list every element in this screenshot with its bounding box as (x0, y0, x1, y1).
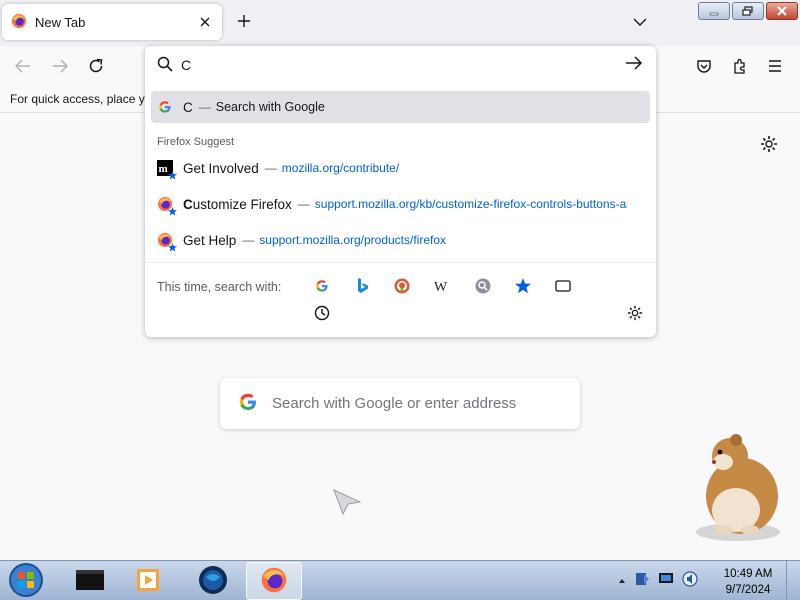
restore-button[interactable] (732, 2, 764, 20)
gear-icon (760, 135, 778, 156)
chevron-down-icon (633, 15, 647, 30)
firefox-bookmark-icon (157, 196, 177, 216)
search-placeholder: Search with Google or enter address (272, 395, 517, 412)
firefox-suggest-header: Firefox Suggest (157, 136, 235, 148)
svg-text:W: W (434, 280, 448, 293)
taskbar-media-player[interactable] (120, 562, 176, 600)
suggestion-get-help[interactable]: Get Help — support.mozilla.org/products/… (151, 224, 650, 256)
separator: — (297, 197, 310, 211)
taskbar-firefox[interactable] (246, 562, 302, 600)
suggestion-title: Get Help (183, 232, 237, 248)
history-icon[interactable] (311, 302, 333, 324)
duckduckgo-icon[interactable] (391, 275, 413, 297)
mozilla-logo-icon: m (157, 160, 177, 180)
suggestion-get-involved[interactable]: m Get Involved — mozilla.org/contribute/ (151, 152, 650, 184)
window-controls (698, 2, 798, 20)
plus-icon (237, 14, 251, 31)
system-tray (618, 571, 698, 590)
pocket-button[interactable] (691, 54, 717, 80)
page-search-box[interactable]: Search with Google or enter address (220, 378, 580, 429)
page-settings-button[interactable] (758, 134, 780, 156)
network-icon[interactable] (658, 572, 674, 589)
list-all-tabs-button[interactable] (628, 10, 652, 34)
firefox-icon (260, 566, 288, 597)
app-menu-button[interactable] (762, 54, 788, 80)
minimize-button[interactable] (698, 2, 730, 20)
close-window-button[interactable] (766, 2, 798, 20)
start-button[interactable] (6, 562, 46, 600)
urlbar (145, 46, 656, 84)
suggestion-title-rest: ustomize Firefox (192, 196, 292, 212)
bookmarks-star-icon[interactable] (512, 275, 534, 297)
search-with-google-row[interactable]: C — Search with Google (151, 91, 650, 123)
tab-new-tab[interactable]: New Tab (2, 4, 222, 40)
forward-arrow-icon (52, 58, 69, 76)
start-orb-icon (8, 562, 44, 600)
taskbar-network-globe[interactable] (185, 562, 241, 600)
menu-icon (768, 59, 782, 75)
forward-button[interactable] (47, 54, 73, 80)
search-row-action: Search with Google (215, 100, 325, 114)
close-icon[interactable] (194, 11, 216, 33)
tab-strip: New Tab (0, 0, 800, 46)
tabs-icon[interactable] (552, 275, 574, 297)
suggestion-url: support.mozilla.org/kb/customize-firefox… (314, 197, 627, 211)
taskbar: 10:49 AM 9/7/2024 (0, 560, 800, 600)
network-globe-icon (198, 565, 228, 598)
terminal-icon (75, 567, 105, 596)
suggestion-title-match: C (183, 196, 193, 212)
bookmarks-toolbar-hint: For quick access, place yo (10, 92, 146, 106)
taskbar-terminal[interactable] (62, 562, 118, 600)
search-icon (157, 56, 173, 75)
one-off-search-label: This time, search with: (157, 280, 282, 294)
close-icon (777, 4, 787, 19)
urlbar-input[interactable] (181, 54, 601, 76)
bing-icon[interactable] (352, 275, 374, 297)
clock-time: 10:49 AM (723, 568, 773, 580)
firefox-bookmark-icon (157, 232, 177, 252)
suggestion-title: Customize Firefox (183, 197, 292, 212)
minimize-icon (709, 4, 719, 19)
firefox-logo-icon (11, 13, 27, 32)
pocket-icon (696, 58, 712, 77)
new-tab-button[interactable] (232, 10, 256, 34)
clock-date: 9/7/2024 (725, 584, 771, 596)
extensions-button[interactable] (727, 54, 753, 80)
action-center-icon[interactable] (634, 571, 650, 590)
restore-icon (742, 4, 754, 19)
wikipedia-icon[interactable]: W (431, 275, 453, 297)
tab-title: New Tab (35, 14, 86, 30)
search-engine-icon[interactable] (472, 275, 494, 297)
suggestion-url: mozilla.org/contribute/ (281, 161, 400, 175)
search-row-title: C (183, 99, 193, 115)
divider (145, 262, 656, 263)
google-icon (157, 99, 173, 115)
suggestion-customize-firefox[interactable]: Customize Firefox — support.mozilla.org/… (151, 188, 650, 220)
extensions-icon (732, 58, 748, 77)
arrow-right-icon[interactable] (625, 55, 643, 74)
svg-text:m: m (159, 163, 168, 175)
media-player-icon (135, 567, 161, 596)
back-arrow-icon (14, 58, 31, 76)
separator: — (198, 100, 211, 114)
mouse-cursor (332, 488, 362, 519)
suggestion-url: support.mozilla.org/products/firefox (259, 233, 447, 247)
separator: — (264, 161, 277, 175)
volume-icon[interactable] (682, 571, 698, 590)
google-icon (238, 392, 258, 415)
google-icon[interactable] (311, 275, 333, 297)
desktop-pet-hamster (690, 434, 790, 544)
show-desktop-button[interactable] (786, 561, 800, 600)
back-button[interactable] (10, 54, 36, 80)
show-hidden-icon[interactable] (618, 573, 626, 588)
gear-icon[interactable] (624, 302, 646, 324)
taskbar-clock[interactable]: 10:49 AM 9/7/2024 (716, 566, 780, 598)
reload-icon (88, 58, 104, 77)
reload-button[interactable] (83, 54, 109, 80)
suggestion-title: Get Involved (183, 160, 259, 176)
separator: — (242, 233, 255, 247)
urlbar-dropdown: C — Search with Google Firefox Suggest m… (145, 46, 656, 337)
